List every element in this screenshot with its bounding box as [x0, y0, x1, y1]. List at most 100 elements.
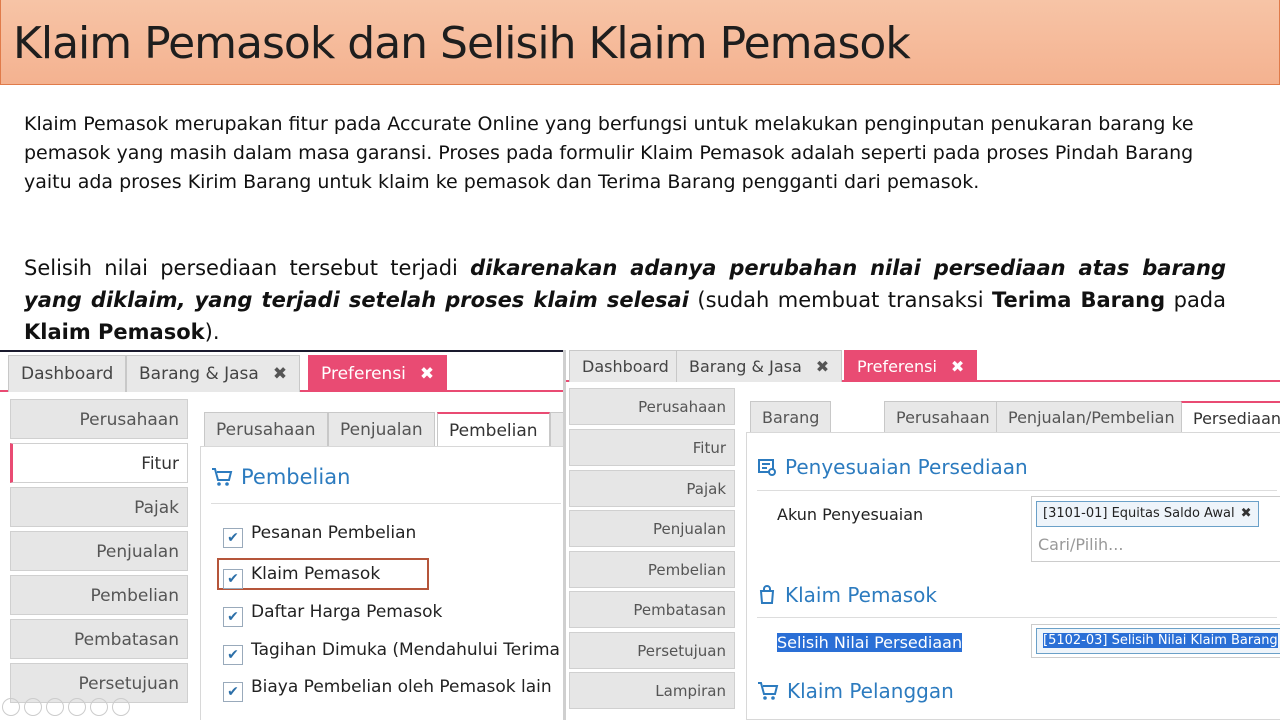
check-label: Pesanan Pembelian [251, 523, 417, 543]
tab-label: Preferensi [857, 357, 937, 376]
left-tab-barang-jasa[interactable]: Barang & Jasa ✖ [126, 355, 301, 392]
control-icon[interactable] [90, 698, 108, 716]
sidebar-item-pembatasan[interactable]: Pembatasan [569, 591, 735, 628]
subtab-penjualan[interactable]: Penjualan [328, 412, 435, 447]
sidebar-item-pembatasan[interactable]: Pembatasan [10, 619, 188, 659]
section-divider [757, 617, 1277, 618]
subtab-perusahaan[interactable]: Perusahaan [884, 401, 1002, 433]
sidebar-item-penjualan[interactable]: Penjualan [10, 531, 188, 571]
section-label: Penyesuaian Persediaan [785, 455, 1028, 479]
section-label: Klaim Pemasok [785, 583, 937, 607]
sidebar-item-pembelian[interactable]: Pembelian [10, 575, 188, 615]
checkbox-icon[interactable]: ✔ [223, 607, 243, 627]
right-tab-barang-jasa[interactable]: Barang & Jasa ✖ [676, 350, 843, 382]
selisih-paragraph: Selisih nilai persediaan tersebut terjad… [24, 252, 1226, 348]
close-icon[interactable]: ✖ [420, 364, 434, 384]
left-content-panel: Pembelian ✔ Pesanan Pembelian ✔ Klaim Pema… [200, 446, 566, 720]
section-divider [211, 503, 561, 504]
left-tab-dashboard[interactable]: Dashboard [8, 355, 127, 392]
check-biaya-pembelian[interactable]: ✔ Biaya Pembelian oleh Pemasok lain [223, 674, 552, 702]
subtab-persediaan[interactable]: Persediaan [1181, 401, 1280, 433]
section-label: Pembelian [241, 465, 351, 489]
left-top-tabs: Dashboard Barang & Jasa ✖ Preferensi ✖ [0, 352, 566, 392]
para2-text-3: pada [1165, 288, 1227, 312]
selisih-nilai-label: Selisih Nilai Persediaan [777, 633, 963, 652]
intro-paragraph: Klaim Pemasok merupakan fitur pada Accur… [24, 113, 1194, 193]
right-top-tabs: Dashboard Barang & Jasa ✖ Preferensi ✖ [566, 350, 1280, 382]
presentation-controls [0, 692, 170, 720]
para2-text-2: (sudah membuat transaksi [688, 288, 993, 312]
sidebar-item-pembelian[interactable]: Pembelian [569, 551, 735, 588]
para2-text-1: Selisih nilai persediaan tersebut terjad… [24, 256, 471, 280]
right-tab-dashboard[interactable]: Dashboard [569, 350, 682, 382]
checkbox-icon[interactable]: ✔ [223, 569, 243, 589]
check-klaim-pemasok[interactable]: ✔ Klaim Pemasok [223, 561, 381, 589]
checkbox-icon[interactable]: ✔ [223, 682, 243, 702]
subtab-perusahaan[interactable]: Perusahaan [204, 412, 328, 447]
close-icon[interactable]: ✖ [951, 357, 964, 376]
right-screenshot: Dashboard Barang & Jasa ✖ Preferensi ✖ Per… [563, 350, 1280, 720]
section-klaim-pelanggan-title: Klaim Pelanggan [757, 679, 954, 703]
tab-label: Dashboard [582, 357, 669, 376]
section-divider [757, 490, 1277, 491]
check-label: Klaim Pemasok [251, 564, 381, 584]
close-icon[interactable]: ✖ [273, 364, 287, 384]
control-icon[interactable] [112, 698, 130, 716]
selisih-nilai-field[interactable]: [5102-03] Selisih Nilai Klaim Barang✖ [1031, 624, 1280, 658]
para2-bold-klaim: Klaim Pemasok [24, 320, 205, 344]
bag-icon [759, 585, 775, 604]
control-icon[interactable] [68, 698, 86, 716]
tab-label: Preferensi [321, 364, 406, 384]
checkbox-icon[interactable]: ✔ [223, 645, 243, 665]
cart-icon [212, 468, 233, 486]
right-content-panel: Penyesuaian Persediaan Akun Penyesuaian … [746, 432, 1280, 720]
check-tagihan-dimuka[interactable]: ✔ Tagihan Dimuka (Mendahului Terima B [223, 637, 566, 665]
para2-text-4: ). [204, 320, 220, 344]
control-icon[interactable] [46, 698, 64, 716]
akun-penyesuaian-label: Akun Penyesuaian [777, 505, 924, 524]
control-icon[interactable] [24, 698, 42, 716]
tab-label: Barang & Jasa [139, 364, 259, 384]
subtab-pembelian[interactable]: Pembelian [437, 412, 550, 447]
slide-title-bar: Klaim Pemasok dan Selisih Klaim Pemasok [0, 0, 1280, 85]
remove-icon[interactable]: ✖ [1241, 506, 1252, 521]
section-label: Klaim Pelanggan [787, 679, 954, 703]
section-klaim-pemasok-title: Klaim Pemasok [757, 583, 937, 607]
section-pembelian-title: Pembelian [211, 465, 350, 489]
sidebar-item-pajak[interactable]: Pajak [10, 487, 188, 527]
slide-title: Klaim Pemasok dan Selisih Klaim Pemasok [13, 18, 911, 69]
sidebar-item-lampiran[interactable]: Lampiran [569, 672, 735, 709]
para2-bold-terima: Terima Barang [992, 288, 1166, 312]
sidebar-item-fitur[interactable]: Fitur [569, 429, 735, 466]
chip-text: [5102-03] Selisih Nilai Klaim Barang [1043, 633, 1278, 648]
akun-search-placeholder[interactable]: Cari/Pilih... [1038, 535, 1123, 554]
cart-icon [758, 682, 779, 700]
check-label: Tagihan Dimuka (Mendahului Terima B [251, 640, 566, 660]
sidebar-item-penjualan[interactable]: Penjualan [569, 510, 735, 547]
akun-chip[interactable]: [3101-01] Equitas Saldo Awal ✖ [1036, 501, 1259, 527]
sidebar-item-perusahaan[interactable]: Perusahaan [10, 399, 188, 439]
control-icon[interactable] [2, 698, 20, 716]
inventory-adjust-icon [758, 459, 776, 476]
section-penyesuaian-title: Penyesuaian Persediaan [757, 455, 1028, 479]
tab-label: Barang & Jasa [689, 357, 802, 376]
selisih-chip[interactable]: [5102-03] Selisih Nilai Klaim Barang✖ [1036, 628, 1280, 654]
sidebar-item-fitur[interactable]: Fitur [10, 443, 188, 483]
left-screenshot: Dashboard Barang & Jasa ✖ Preferensi ✖ Per… [0, 350, 566, 720]
tab-label: Dashboard [21, 364, 114, 384]
check-daftar-harga-pemasok[interactable]: ✔ Daftar Harga Pemasok [223, 599, 443, 627]
check-label: Daftar Harga Pemasok [251, 602, 443, 622]
akun-penyesuaian-field[interactable]: [3101-01] Equitas Saldo Awal ✖ Cari/Pilih… [1031, 496, 1280, 562]
right-tab-preferensi[interactable]: Preferensi ✖ [844, 350, 978, 382]
check-pesanan-pembelian[interactable]: ✔ Pesanan Pembelian [223, 520, 417, 548]
checkbox-icon[interactable]: ✔ [223, 528, 243, 548]
close-icon[interactable]: ✖ [816, 357, 829, 376]
sidebar-item-perusahaan[interactable]: Perusahaan [569, 388, 735, 425]
chip-text: [3101-01] Equitas Saldo Awal [1043, 506, 1235, 521]
left-tab-preferensi[interactable]: Preferensi ✖ [308, 355, 448, 392]
subtab-penjualan-pembelian[interactable]: Penjualan/Pembelian [996, 401, 1187, 433]
sidebar-item-persetujuan[interactable]: Persetujuan [569, 632, 735, 669]
check-label: Biaya Pembelian oleh Pemasok lain [251, 677, 552, 697]
subtab-barang-jasa[interactable]: Barang & Jasa [750, 401, 832, 459]
sidebar-item-pajak[interactable]: Pajak [569, 470, 735, 507]
